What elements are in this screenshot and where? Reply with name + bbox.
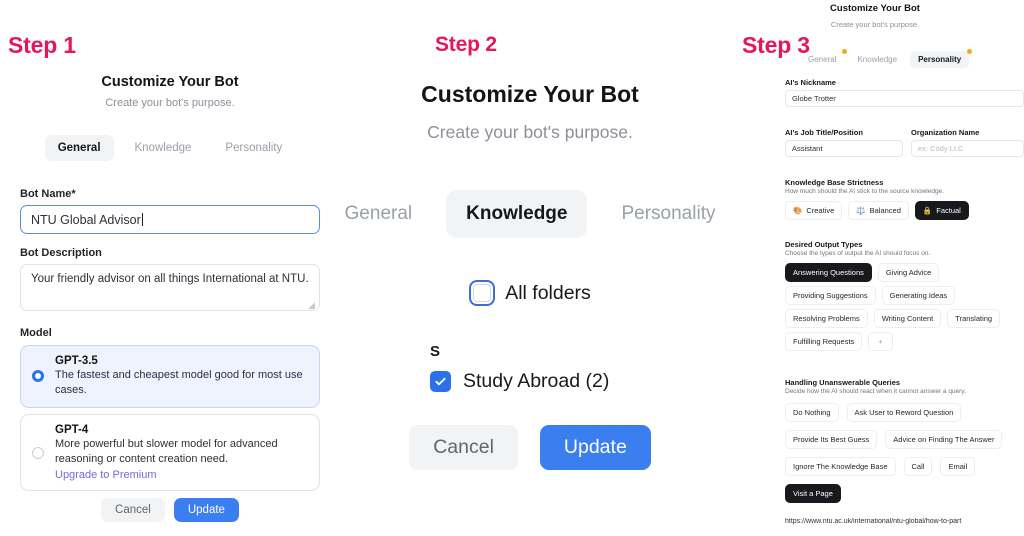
visit-page-url-input[interactable]: https://www.ntu.ac.uk/international/ntu-… [785,518,1024,525]
dialog-actions: Cancel Update [0,498,340,522]
chip-providing-suggestions[interactable]: Providing Suggestions [785,286,876,305]
nickname-label: AI's Nickname [785,78,836,87]
tab-personality[interactable]: Personality [212,135,295,161]
model-option-gpt4[interactable]: GPT-4 More powerful but slower model for… [20,413,320,492]
step-2-label: Step 2 [435,33,497,56]
strictness-section: Knowledge Base Strictness How much shoul… [785,178,1024,220]
chip-translating[interactable]: Translating [947,309,1001,328]
general-form: Bot Name* NTU Global Advisor Bot Descrip… [20,188,320,492]
scales-icon: ⚖️ [856,206,866,215]
tab-personality[interactable]: Personality [910,49,973,68]
job-title-label: AI's Job Title/Position [785,128,863,137]
modal-subtitle: Create your bot's purpose. [830,20,920,29]
step-3-label: Step 3 [742,32,810,58]
unanswerable-hint: Decide how the AI should react when it c… [785,388,966,395]
unanswerable-label: Handling Unanswerable Queries [785,378,901,387]
chip-email[interactable]: Email [940,457,976,476]
model-name: GPT-4 [55,423,89,436]
radio-icon[interactable] [32,446,44,459]
resize-grip-icon[interactable]: ◢ [308,300,316,310]
model-option-gpt35[interactable]: GPT-3.5 The fastest and cheapest model g… [20,345,320,408]
organization-placeholder: ex: Cody LLC [918,144,964,153]
tab-general-label: General [808,55,837,64]
modal-title: Customize Your Bot [830,3,920,14]
unanswerable-chips: Do Nothing Ask User to Reword Question P… [785,403,1024,503]
strictness-hint: How much should the AI stick to the sour… [785,188,944,195]
modal-title: Customize Your Bot [101,74,239,90]
chip-ask-user-to-reword[interactable]: Ask User to Reword Question [846,403,962,422]
step-2-actions-panel: Cancel Update [340,0,720,536]
chip-factual[interactable]: 🔒 Factual [914,201,969,220]
job-title-value: Assistant [792,144,823,153]
model-name: GPT-3.5 [55,355,98,367]
tab-knowledge[interactable]: Knowledge [122,135,205,161]
tab-knowledge[interactable]: Knowledge [849,51,905,68]
chip-visit-a-page[interactable]: Visit a Page [785,484,841,503]
chip-giving-advice[interactable]: Giving Advice [877,263,940,282]
nickname-input[interactable]: Globe Trotter [785,90,1024,107]
update-button[interactable]: Update [539,425,651,470]
bot-description-label: Bot Description [20,247,102,259]
bot-description-value: Your friendly advisor on all things Inte… [31,273,309,285]
model-label: Model [20,327,52,339]
tab-personality-label: Personality [918,55,962,64]
cancel-button[interactable]: Cancel [409,425,518,470]
tab-bar: General Knowledge Personality [0,135,340,161]
organization-label: Organization Name [911,128,980,137]
chip-balanced[interactable]: ⚖️ Balanced [848,201,909,220]
chip-label: Factual [936,206,961,215]
output-types-hint: Choose the types of output the AI should… [785,250,931,257]
job-title-input[interactable]: Assistant [785,140,903,157]
radio-icon[interactable] [32,370,44,383]
chip-creative[interactable]: 🎨 Creative [785,201,843,220]
chip-answering-questions[interactable]: Answering Questions [785,263,872,282]
chip-resolving-problems[interactable]: Resolving Problems [785,309,868,328]
organization-field: Organization Name ex: Cody LLC [911,128,1024,157]
strictness-chips: 🎨 Creative ⚖️ Balanced 🔒 Factual [785,201,1024,220]
chip-label: Creative [806,206,835,215]
chip-generating-ideas[interactable]: Generating Ideas [881,286,956,305]
step-1-label: Step 1 [8,32,76,58]
output-types-section: Desired Output Types Choose the types of… [785,240,1024,351]
text-caret [141,213,143,226]
update-button[interactable]: Update [173,498,239,522]
add-output-type-button[interactable]: + [868,332,893,351]
model-description: The fastest and cheapest model good for … [55,369,303,396]
output-types-chips: Answering Questions Giving Advice Provid… [785,263,1024,351]
lock-icon: 🔒 [922,206,933,215]
notification-dot-icon [842,49,848,54]
bot-name-label: Bot Name* [20,188,76,200]
tab-general[interactable]: General [44,135,114,161]
chip-do-nothing[interactable]: Do Nothing [785,403,839,422]
nickname-field: AI's Nickname Globe Trotter [785,78,1024,107]
chip-label: Balanced [869,206,901,215]
output-types-label: Desired Output Types [785,240,863,249]
upgrade-to-premium-link[interactable]: Upgrade to Premium [55,469,307,481]
bot-name-input[interactable]: NTU Global Advisor [20,205,320,234]
step-1-panel: Step 1 Customize Your Bot Create your bo… [0,0,340,536]
cancel-button[interactable]: Cancel [101,498,165,522]
job-org-row: AI's Job Title/Position Assistant Organi… [785,128,1024,157]
model-description: More powerful but slower model for advan… [55,437,278,465]
chip-fulfilling-requests[interactable]: Fulfilling Requests [785,332,863,351]
chip-ignore-knowledge-base[interactable]: Ignore The Knowledge Base [785,457,896,476]
nickname-value: Globe Trotter [792,94,836,103]
chip-writing-content[interactable]: Writing Content [873,309,942,328]
chip-provide-best-guess[interactable]: Provide Its Best Guess [785,430,878,449]
strictness-label: Knowledge Base Strictness [785,178,884,187]
bot-name-value: NTU Global Advisor [31,212,141,227]
dialog-actions: Cancel Update [340,425,720,470]
palette-icon: 🎨 [793,206,803,215]
bot-description-textarea[interactable]: Your friendly advisor on all things Inte… [20,264,320,311]
unanswerable-section: Handling Unanswerable Queries Decide how… [785,378,1024,503]
notification-dot-icon [967,49,973,54]
tab-bar: General Knowledge Personality [800,49,1024,68]
chip-call[interactable]: Call [903,457,933,476]
chip-advice-on-finding-answer[interactable]: Advice on Finding The Answer [885,430,1003,449]
job-title-field: AI's Job Title/Position Assistant [785,128,903,157]
modal-subtitle: Create your bot's purpose. [105,97,235,109]
organization-input[interactable]: ex: Cody LLC [911,140,1024,157]
